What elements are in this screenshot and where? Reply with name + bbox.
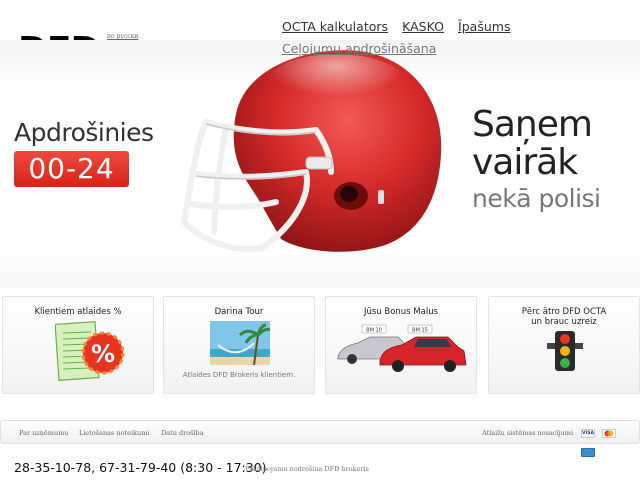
cars-image: BM 10 BM 15 [337,324,467,372]
footer-link-discount-terms[interactable]: Atlaižu sistēmas nosacījumi [482,429,573,437]
traffic-light-icon [547,331,583,371]
nav-octa-calculator[interactable]: OCTA kalkulators [282,19,388,34]
visa-card-icon: VISA [581,429,595,438]
box-darina-tour[interactable]: Darina Tour Atlaides DFD Brokeris klient… [163,296,315,394]
contact-phone: 28-35-10-78, 67-31-79-40 (8:30 - 17:30) [14,460,267,475]
box-darina-tour-subtitle: Atlaides DFD Brokeris klientiem. [182,371,296,379]
car-badge-1: BM 10 [366,328,382,334]
amex-card-icon [581,448,595,457]
box-bonus-malus[interactable]: Jūsu Bonus Malus BM 10 BM 15 [325,296,477,394]
beach-hammock-image [210,321,270,365]
footer-bar: Par uzņēmumu Lietošanas noteikumi Datu d… [0,420,640,457]
nav-property[interactable]: Īpašums [458,19,510,34]
hero-slogan-line1: Saņem [472,104,593,145]
footer-link-data-security[interactable]: Datu drošība [161,429,204,437]
hero-slogan-line2: vairāk [472,142,578,183]
box-client-discounts-title: Klientiem atlaides % [34,307,122,317]
discount-icon: % [55,321,125,381]
footer-link-about[interactable]: Par uzņēmumu [19,429,68,437]
box-quick-octa[interactable]: Pērc ātro DFD OCTA un brauc uzreiz [488,296,640,394]
payment-cards: VISA [581,429,639,467]
language-switch-link[interactable]: по русски [107,33,138,40]
nav-travel-insurance[interactable]: Ceļojumu apdrošināšana [282,41,436,56]
svg-text:%: % [91,340,115,368]
box-quick-octa-title: Pērc ātro DFD OCTA un brauc uzreiz [489,307,639,327]
box-darina-tour-title: Darina Tour [214,307,264,317]
hero-slogan: Saņem vairāk nekā polisi [472,106,601,216]
car-badge-2: BM 15 [412,328,428,334]
feature-boxes: Klientiem atlaides % % Darina Tour Atlai… [0,296,640,394]
football-helmet-image [181,50,442,252]
mastercard-icon [602,429,617,438]
hero-left-title: Apdrošinies [14,118,154,147]
visa-card-label: VISA [582,431,594,436]
copyright-text: Pakalpojumu nodrošina DFD brokeris [245,465,369,473]
box-client-discounts[interactable]: Klientiem atlaides % % [2,296,154,394]
footer-link-terms[interactable]: Lietošanas noteikumi [79,429,149,437]
box-bonus-malus-title: Jūsu Bonus Malus [363,307,439,317]
box-quick-octa-title-line2: un brauc uzreiz [531,317,597,327]
nav-kasko[interactable]: KASKO [402,19,444,34]
hero-hours-badge: 00-24 [14,151,129,187]
hero-slogan-line3: nekā polisi [472,184,601,213]
box-quick-octa-title-line1: Pērc ātro DFD OCTA [521,307,607,317]
top-navigation: OCTA kalkulators KASKO Īpašums Ceļojumu … [282,16,522,60]
